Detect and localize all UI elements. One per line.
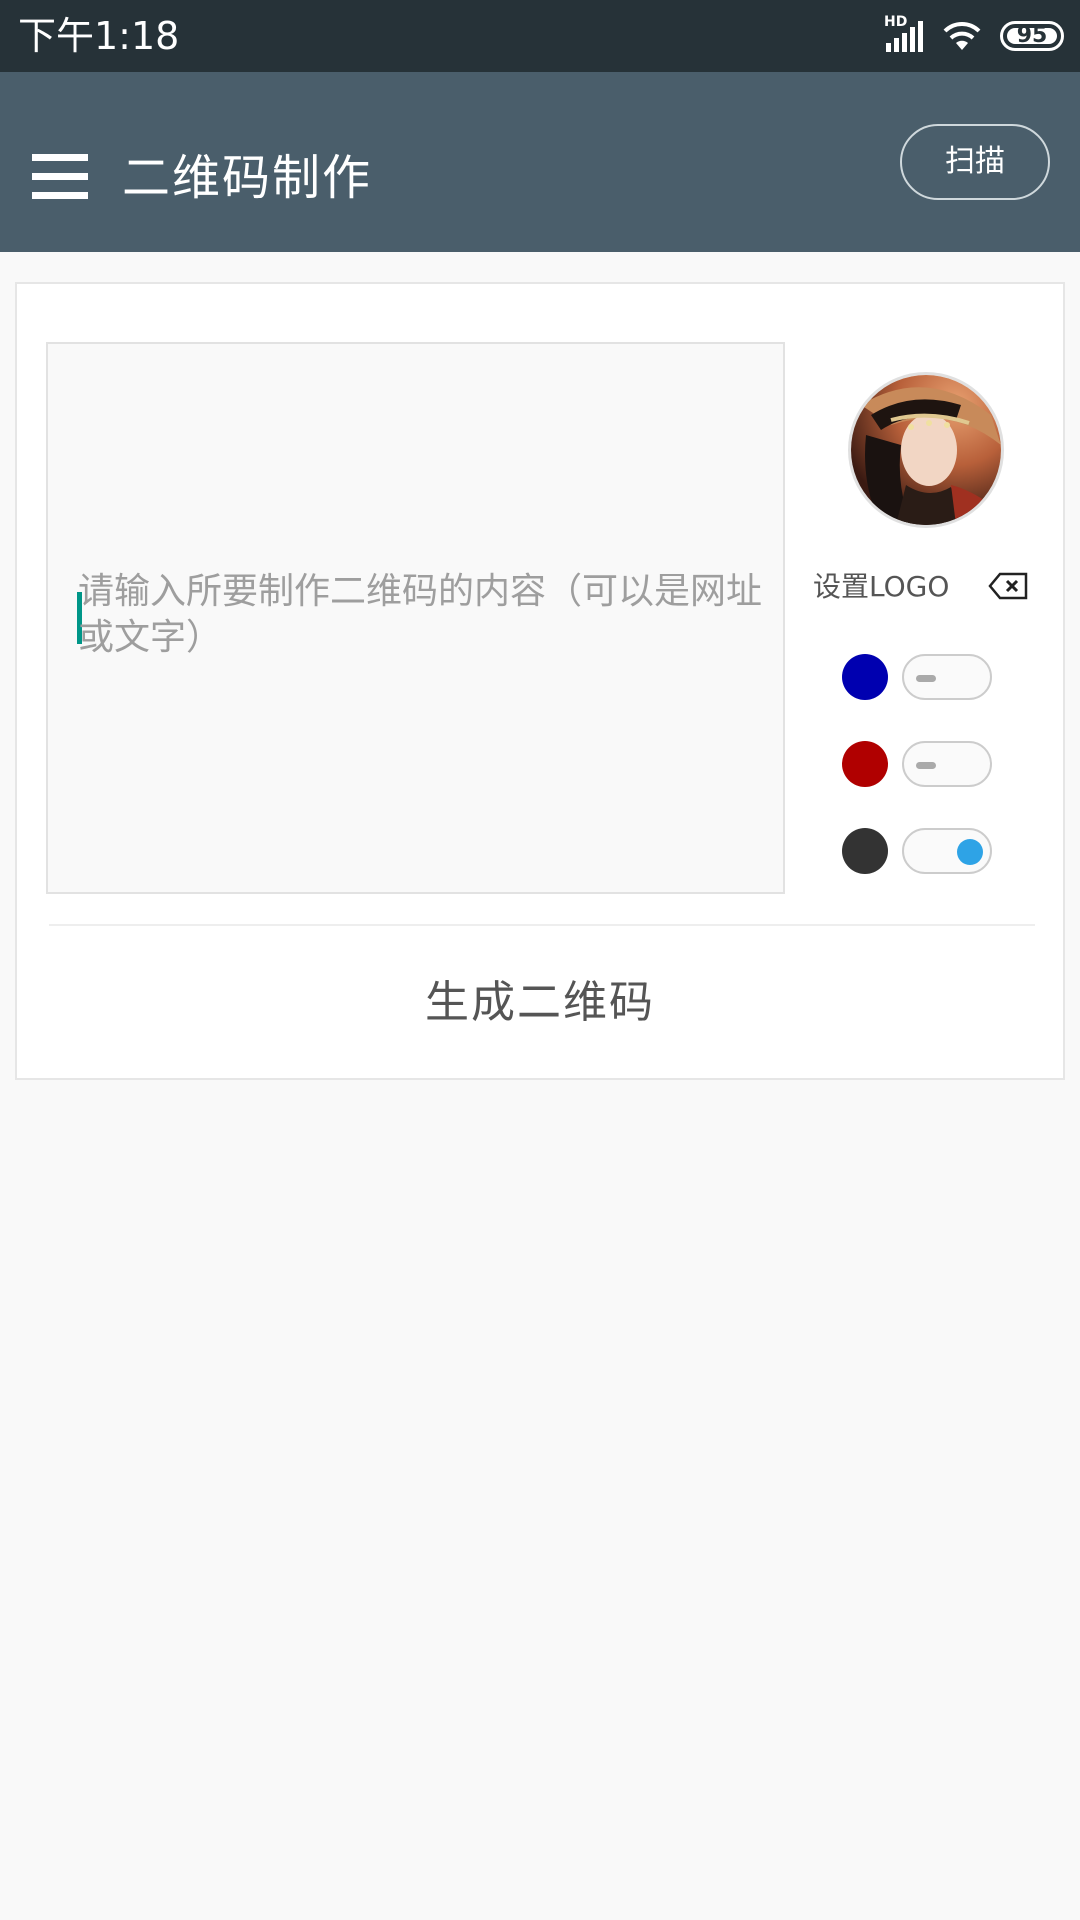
color-option-black (842, 828, 992, 874)
page-title: 二维码制作 (122, 150, 373, 206)
battery-level: 95 (1016, 23, 1048, 48)
status-icons: HD 95 (884, 15, 1064, 54)
color-option-red (842, 741, 992, 787)
color-swatch-black (842, 828, 888, 874)
color-toggle-blue[interactable] (902, 654, 992, 700)
content-input[interactable]: 请输入所要制作二维码的内容（可以是网址或文字） (46, 342, 785, 894)
wifi-icon (942, 20, 982, 52)
color-toggle-red[interactable] (902, 741, 992, 787)
color-option-blue (842, 654, 992, 700)
color-swatch-blue (842, 654, 888, 700)
scan-button[interactable]: 扫描 (900, 124, 1050, 200)
content-input-placeholder: 请输入所要制作二维码的内容（可以是网址或文字） (78, 571, 763, 658)
cellular-signal-icon: HD (884, 15, 924, 53)
backspace-icon[interactable] (988, 572, 1028, 600)
set-logo-label[interactable]: 设置LOGO (813, 570, 949, 604)
avatar-image (851, 375, 1001, 525)
generate-qr-button[interactable]: 生成二维码 (17, 926, 1063, 1080)
qr-form-card: 请输入所要制作二维码的内容（可以是网址或文字） 设置LOGO 生成二维码 (15, 282, 1065, 1080)
app-bar: 二维码制作 扫描 (0, 72, 1080, 252)
battery-icon: 95 (1000, 21, 1064, 51)
status-bar: 下午1:18 HD 95 (0, 0, 1080, 72)
color-toggle-black[interactable] (902, 828, 992, 874)
color-swatch-red (842, 741, 888, 787)
logo-avatar[interactable] (848, 372, 1004, 528)
status-time: 下午1:18 (18, 14, 180, 58)
hamburger-menu-icon[interactable] (32, 154, 88, 200)
